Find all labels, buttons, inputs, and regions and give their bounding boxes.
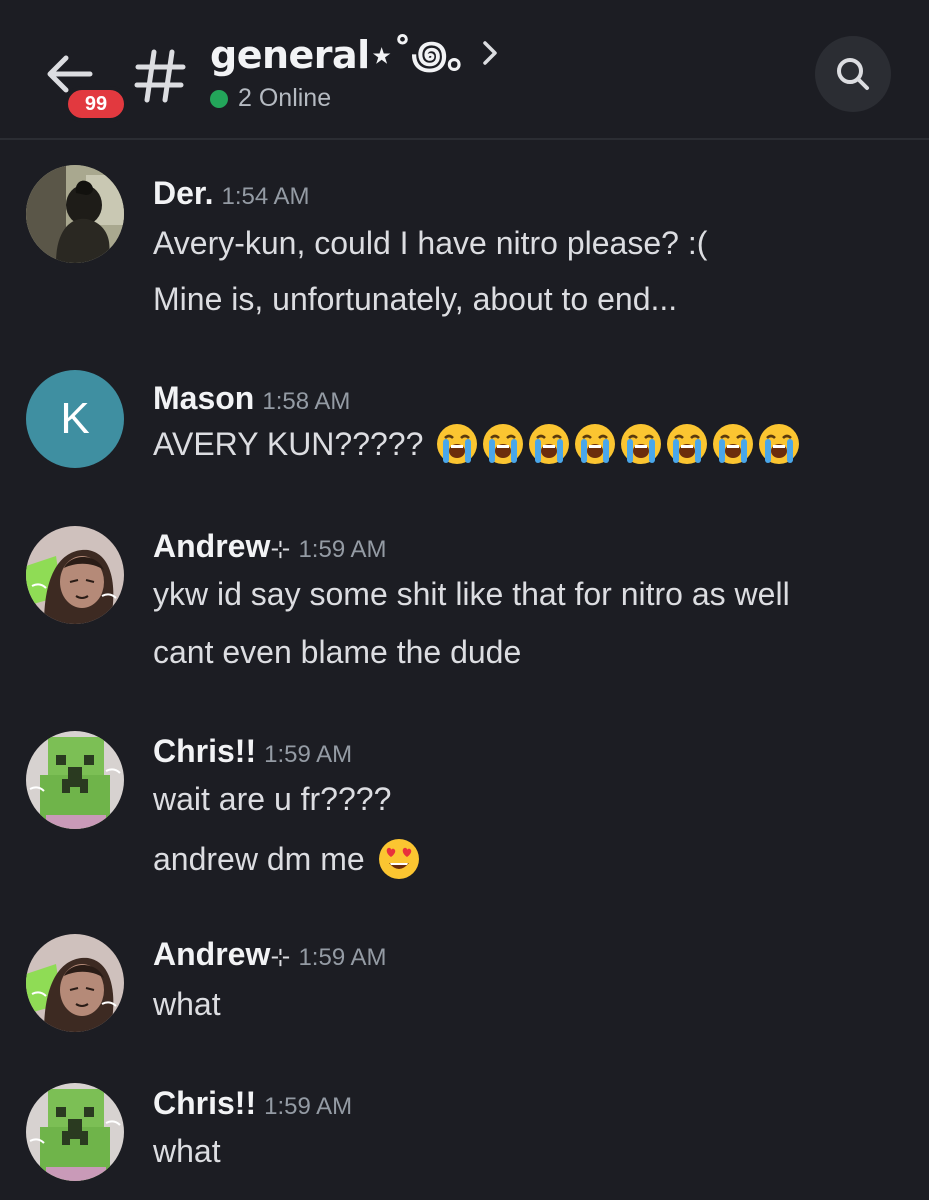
user-drawn-avatar-image <box>26 934 124 1032</box>
loudly-crying-face-icon <box>435 422 479 466</box>
user-drawn-avatar-image <box>26 731 124 829</box>
chevron-right-icon <box>482 41 497 65</box>
author-sparkle-suffix: ⊹ <box>270 536 291 563</box>
message-header: Der. 1:54 AM <box>153 175 310 212</box>
message-header: Chris!! 1:59 AM <box>153 1085 352 1122</box>
online-count: 2 Online <box>238 84 332 112</box>
author-name[interactable]: Andrew <box>153 528 270 565</box>
author-name[interactable]: Der. <box>153 175 213 212</box>
message-header: Andrew ⊹ 1:59 AM <box>153 936 387 973</box>
search-icon <box>837 58 869 90</box>
avatar[interactable]: K <box>26 370 124 468</box>
timestamp: 1:58 AM <box>262 388 351 415</box>
heart-eyes-face-icon <box>377 837 421 881</box>
avatar-letter: K <box>60 394 90 443</box>
emoji-row <box>377 837 421 881</box>
channel-header: 99 general⋆˚꩜｡ 2 Online <box>0 0 929 140</box>
timestamp: 1:59 AM <box>298 944 387 971</box>
message-text: Avery-kun, could I have nitro please? :( <box>153 225 708 261</box>
message-text: Mine is, unfortunately, about to end... <box>153 281 678 317</box>
message-text: andrew dm me <box>153 840 365 877</box>
loudly-crying-face-icon <box>481 422 525 466</box>
timestamp: 1:59 AM <box>264 741 353 768</box>
user-photo-avatar-image <box>26 165 124 263</box>
timestamp: 1:59 AM <box>264 1093 353 1120</box>
message-text: ykw id say some shit like that for nitro… <box>153 576 790 612</box>
message-text: what <box>153 1133 221 1169</box>
online-status: 2 Online <box>210 84 331 113</box>
message-text: wait are u fr???? <box>153 781 392 817</box>
loudly-crying-face-icon <box>527 422 571 466</box>
author-name[interactable]: Mason <box>153 380 254 417</box>
loudly-crying-face-icon <box>619 422 663 466</box>
hash-icon <box>134 49 186 103</box>
avatar[interactable] <box>26 526 124 624</box>
timestamp: 1:59 AM <box>298 536 387 563</box>
search-button[interactable] <box>815 36 891 112</box>
loudly-crying-face-icon <box>665 422 709 466</box>
user-drawn-avatar-image <box>26 526 124 624</box>
author-name[interactable]: Chris!! <box>153 1085 256 1122</box>
message-text-row: andrew dm me <box>153 837 421 881</box>
channel-name: general⋆˚꩜｡ <box>210 33 466 77</box>
avatar[interactable] <box>26 934 124 1032</box>
author-name[interactable]: Andrew <box>153 936 270 973</box>
loudly-crying-face-icon <box>711 422 755 466</box>
loudly-crying-face-icon <box>757 422 801 466</box>
author-name[interactable]: Chris!! <box>153 733 256 770</box>
message-text: what <box>153 986 221 1022</box>
message-text: AVERY KUN????? <box>153 425 424 462</box>
unread-badge: 99 <box>64 86 128 122</box>
timestamp: 1:54 AM <box>221 183 310 210</box>
channel-title-button[interactable]: general⋆˚꩜｡ <box>210 28 500 78</box>
message-header: Andrew ⊹ 1:59 AM <box>153 528 387 565</box>
message-header: Chris!! 1:59 AM <box>153 733 352 770</box>
user-drawn-avatar-image <box>26 1083 124 1181</box>
online-dot-icon <box>210 89 228 108</box>
avatar[interactable] <box>26 1083 124 1181</box>
avatar[interactable] <box>26 165 124 263</box>
emoji-row <box>435 422 801 466</box>
author-sparkle-suffix: ⊹ <box>270 944 291 971</box>
message-text-row: AVERY KUN????? <box>153 422 801 466</box>
message-header: Mason 1:58 AM <box>153 380 350 417</box>
message-text: cant even blame the dude <box>153 634 522 670</box>
loudly-crying-face-icon <box>573 422 617 466</box>
avatar[interactable] <box>26 731 124 829</box>
